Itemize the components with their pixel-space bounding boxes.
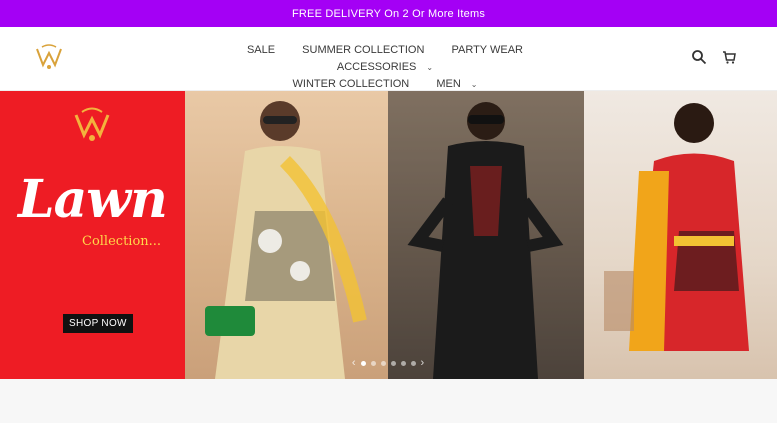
announcement-bar: FREE DELIVERY On 2 Or More Items	[0, 0, 777, 27]
hero-headline: Lawn	[18, 169, 168, 230]
hero-image-model-1	[185, 91, 388, 379]
nav-row-1: SALE SUMMER COLLECTION PARTY WEAR ACCESS…	[225, 42, 545, 76]
nav-item-label: SUMMER COLLECTION	[302, 44, 425, 56]
nav-item-summer-collection[interactable]: SUMMER COLLECTION	[296, 42, 430, 59]
nav-item-sale[interactable]: SALE	[241, 42, 281, 59]
logo-icon	[36, 44, 62, 69]
slideshow-pagination: ‹ ›	[323, 356, 453, 370]
nav-item-party-wear[interactable]: PARTY WEAR	[445, 42, 529, 59]
slide-dot[interactable]	[400, 360, 406, 366]
hero-slideshow[interactable]: Lawn Collection... SHOP NOW	[0, 91, 777, 379]
brand-emblem-icon	[74, 107, 110, 141]
shop-now-button[interactable]: SHOP NOW	[63, 314, 133, 333]
hero-promo-panel: Lawn Collection... SHOP NOW	[0, 91, 185, 379]
slide-dot[interactable]	[410, 360, 416, 366]
site-header: SALE SUMMER COLLECTION PARTY WEAR ACCESS…	[0, 27, 777, 91]
chevron-left-icon[interactable]: ‹	[352, 357, 356, 369]
slide-dot[interactable]	[360, 360, 366, 366]
chevron-down-icon: ⌄	[426, 63, 434, 72]
slide-dot[interactable]	[380, 360, 386, 366]
search-icon[interactable]	[691, 49, 707, 65]
nav-item-label: ACCESSORIES	[336, 61, 417, 73]
hero-subheadline: Collection...	[82, 234, 162, 249]
model-photo-3	[604, 103, 749, 351]
hero-image-model-2	[388, 91, 584, 379]
model-photo-2	[388, 91, 584, 379]
model-photo-1	[205, 101, 367, 379]
header-actions	[691, 49, 737, 65]
main-navigation: SALE SUMMER COLLECTION PARTY WEAR ACCESS…	[225, 42, 545, 93]
cart-icon[interactable]	[721, 49, 737, 65]
nav-item-accessories[interactable]: ACCESSORIES ⌄	[331, 59, 439, 76]
nav-item-label: PARTY WEAR	[451, 44, 524, 56]
slide-dot[interactable]	[390, 360, 396, 366]
chevron-right-icon[interactable]: ›	[421, 357, 425, 369]
page-below-hero	[0, 379, 777, 423]
announcement-text: FREE DELIVERY On 2 Or More Items	[291, 7, 486, 20]
nav-item-label: SALE	[246, 44, 276, 56]
slide-dot[interactable]	[370, 360, 376, 366]
hero-image-model-3	[584, 91, 777, 379]
brand-logo[interactable]	[33, 41, 65, 73]
